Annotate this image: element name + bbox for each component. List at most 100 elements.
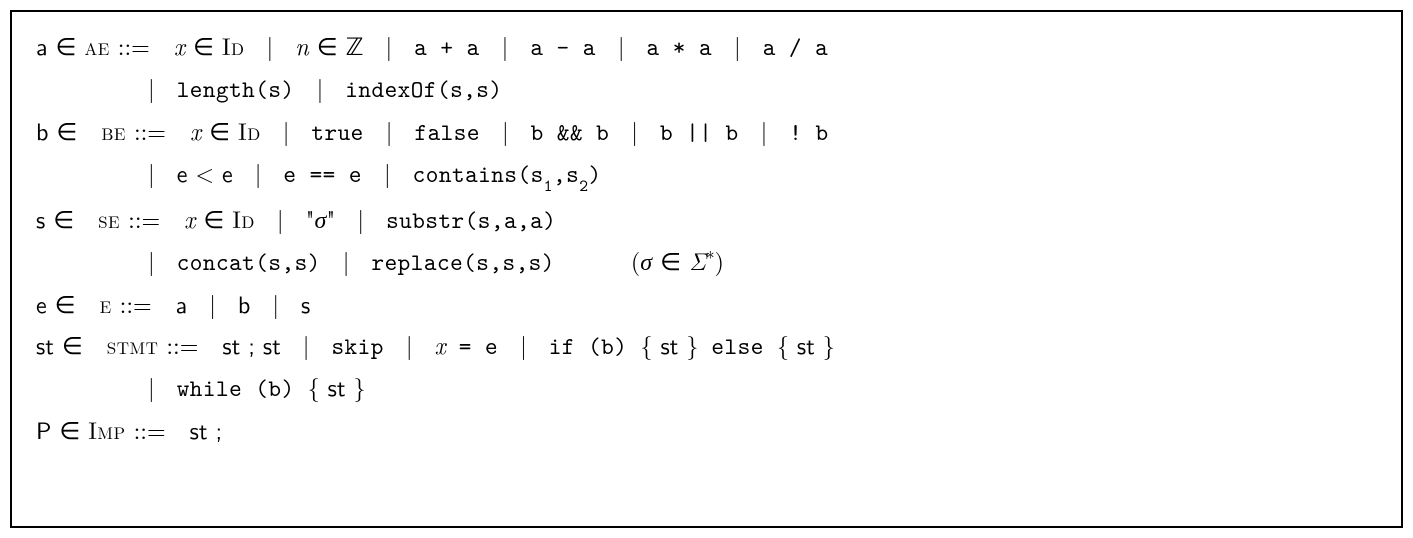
grammar-rule-e: e ∈ e ::= a | b | s bbox=[36, 284, 1377, 323]
alt-pipe: | bbox=[209, 284, 216, 322]
var-n: n bbox=[295, 28, 309, 62]
alt-pipe: | bbox=[148, 367, 155, 405]
alt-pipe: | bbox=[502, 111, 509, 149]
alt-pipe: | bbox=[148, 241, 155, 279]
rhs-imp: st ; bbox=[190, 412, 223, 447]
def-symbol: ::= bbox=[134, 412, 166, 446]
nonterminal-id: Id bbox=[238, 113, 261, 147]
in-symbol: ∈ bbox=[209, 113, 230, 147]
nonterminal-imp: Imp bbox=[88, 412, 125, 446]
alt-skip: skip bbox=[331, 330, 383, 362]
lt-r: e bbox=[222, 155, 233, 190]
def-symbol: ::= bbox=[166, 327, 198, 361]
alt-pipe: | bbox=[386, 111, 393, 149]
grammar-definition-box: a ∈ ae ::= x ∈ Id | n ∈ ℤ | a + a | a - … bbox=[10, 10, 1403, 528]
nonterminal-ae: ae bbox=[84, 28, 109, 62]
lhs-var: b bbox=[36, 113, 48, 148]
alt-pipe: | bbox=[148, 153, 155, 191]
nonterminal-be: be bbox=[101, 113, 126, 147]
var-x: x bbox=[184, 201, 195, 235]
lt-l: e bbox=[177, 155, 188, 190]
alt-pipe: | bbox=[148, 68, 155, 106]
lhs-var: s bbox=[36, 201, 45, 236]
alt-pipe: | bbox=[317, 68, 324, 106]
var-x: x bbox=[190, 113, 201, 147]
alt-pipe: | bbox=[283, 111, 290, 149]
set-z: ℤ bbox=[346, 28, 364, 62]
grammar-rule-stmt: st ∈ stmt ::= st ; st | skip | x = e | i… bbox=[36, 325, 1377, 365]
alt-pipe: | bbox=[631, 111, 638, 149]
alt-pipe: | bbox=[618, 26, 625, 64]
alt-substr: substr(s,a,a) bbox=[386, 204, 556, 236]
alt-string-literal: "σ" bbox=[306, 201, 336, 235]
in-symbol: ∈ bbox=[59, 412, 80, 446]
alt-while: while (b) { st } bbox=[177, 369, 366, 403]
nonterminal-id: Id bbox=[232, 201, 255, 235]
alt-true: true bbox=[311, 116, 363, 148]
alt-if: if (b) { st } else { st } bbox=[549, 327, 835, 361]
def-symbol: ::= bbox=[128, 201, 160, 235]
alt-pipe: | bbox=[255, 153, 262, 191]
in-symbol: ∈ bbox=[203, 201, 224, 235]
lhs-var: e bbox=[36, 286, 47, 321]
alt-minus: a - a bbox=[530, 31, 596, 63]
in-symbol: ∈ bbox=[317, 28, 338, 62]
alt-not: ! b bbox=[789, 116, 828, 148]
lhs-var: P bbox=[36, 412, 51, 447]
alt-div: a / a bbox=[763, 31, 829, 63]
alt-pipe: | bbox=[343, 241, 350, 279]
lhs-var: st bbox=[36, 327, 54, 362]
in-symbol: ∈ bbox=[53, 201, 74, 235]
grammar-rule-imp: P ∈ Imp ::= st ; bbox=[36, 410, 1377, 449]
alt-pipe: | bbox=[267, 26, 274, 64]
grammar-rule-stmt-cont: | while (b) { st } bbox=[36, 367, 1377, 407]
grammar-rule-se-cont: | concat(s,s) | replace(s,s,s) (σ ∈ Σ∗) bbox=[36, 241, 1377, 281]
in-symbol: ∈ bbox=[56, 28, 77, 62]
in-symbol: ∈ bbox=[62, 327, 83, 361]
alt-seq: st ; st bbox=[222, 327, 280, 362]
def-symbol: ::= bbox=[120, 286, 152, 320]
alt-pipe: | bbox=[272, 284, 279, 322]
alt-pipe: | bbox=[761, 111, 768, 149]
grammar-rule-be-cont: | e < e | e == e | contains(s1,s2) bbox=[36, 153, 1377, 197]
alt-pipe: | bbox=[384, 153, 391, 191]
alt-concat: concat(s,s) bbox=[177, 246, 321, 278]
alt-pipe: | bbox=[406, 325, 413, 363]
alt-plus: a + a bbox=[414, 31, 480, 63]
alt-pipe: | bbox=[502, 26, 509, 64]
alt-pipe: | bbox=[303, 325, 310, 363]
nonterminal-e: e bbox=[100, 286, 112, 320]
alt-length: length(s) bbox=[177, 73, 295, 105]
alt-and: b && b bbox=[531, 116, 610, 148]
alt-b: b bbox=[238, 286, 250, 321]
grammar-rule-ae-cont: | length(s) | indexOf(s,s) bbox=[36, 68, 1377, 108]
alt-pipe: | bbox=[277, 199, 284, 237]
alt-replace: replace(s,s,s) bbox=[371, 246, 554, 278]
alt-indexof: indexOf(s,s) bbox=[345, 73, 502, 105]
var-x: x bbox=[174, 28, 185, 62]
def-symbol: ::= bbox=[118, 28, 150, 62]
in-symbol: ∈ bbox=[56, 113, 77, 147]
lt-op: < bbox=[195, 155, 214, 189]
nonterminal-id: Id bbox=[222, 28, 245, 62]
lhs-var: a bbox=[36, 28, 48, 63]
grammar-rule-ae: a ∈ ae ::= x ∈ Id | n ∈ ℤ | a + a | a - … bbox=[36, 26, 1377, 66]
side-condition: (σ ∈ Σ∗) bbox=[631, 243, 724, 277]
grammar-rule-se: s ∈ se ::= x ∈ Id | "σ" | substr(s,a,a) bbox=[36, 199, 1377, 239]
alt-or: b || b bbox=[660, 116, 739, 148]
alt-times: a * a bbox=[647, 31, 713, 63]
alt-eq: e == e bbox=[283, 158, 362, 190]
grammar-rule-be: b ∈ be ::= x ∈ Id | true | false | b && … bbox=[36, 111, 1377, 151]
nonterminal-se: se bbox=[98, 201, 120, 235]
nonterminal-stmt: stmt bbox=[107, 327, 159, 361]
alt-pipe: | bbox=[385, 26, 392, 64]
alt-contains: contains(s1,s2) bbox=[413, 158, 602, 190]
alt-pipe: | bbox=[520, 325, 527, 363]
alt-pipe: | bbox=[357, 199, 364, 237]
in-symbol: ∈ bbox=[55, 286, 76, 320]
alt-s: s bbox=[301, 286, 310, 321]
alt-pipe: | bbox=[734, 26, 741, 64]
alt-a: a bbox=[176, 286, 188, 321]
alt-false: false bbox=[414, 116, 480, 148]
alt-assign: x = e bbox=[435, 327, 499, 361]
